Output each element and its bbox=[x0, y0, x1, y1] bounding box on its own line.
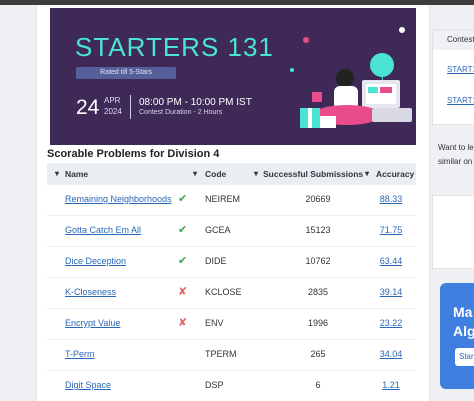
problem-link[interactable]: Digit Space bbox=[65, 380, 111, 390]
contest-banner: STARTERS 131 Rated till 5-Stars 24 APR 2… bbox=[50, 8, 416, 145]
successful-submissions: 20669 bbox=[305, 194, 331, 204]
problems-table-header: ▾ Name ▾ Code ▾ Successful Submissions ▾… bbox=[47, 163, 416, 185]
date-separator bbox=[130, 95, 131, 119]
main-content: STARTERS 131 Rated till 5-Stars 24 APR 2… bbox=[36, 5, 430, 401]
problem-link[interactable]: Remaining Neighborhoods bbox=[65, 194, 172, 204]
table-row: Gotta Catch Em All ✔ GCEA 15123 71.75 bbox=[47, 216, 416, 247]
practice-panel bbox=[432, 195, 474, 269]
table-row: T-Perm TPERM 265 34.04 bbox=[47, 340, 416, 371]
accuracy-link[interactable]: 88.33 bbox=[376, 194, 406, 204]
contest-time: 08:00 PM - 10:00 PM IST bbox=[139, 97, 252, 108]
confetti-dot bbox=[290, 68, 294, 72]
table-row: Remaining Neighborhoods ✔ NEIREM 20669 8… bbox=[47, 185, 416, 216]
contest-panel: Contest START1 START1 bbox=[432, 29, 474, 125]
promo-banner[interactable]: Ma Alg Star bbox=[440, 283, 474, 389]
table-row: K-Closeness ✘ KCLOSE 2835 39.14 bbox=[47, 278, 416, 309]
successful-submissions: 15123 bbox=[305, 225, 331, 235]
problem-link[interactable]: Dice Deception bbox=[65, 256, 126, 266]
contest-month: APR bbox=[104, 96, 121, 105]
problem-code: TPERM bbox=[205, 349, 237, 359]
sidebar-text: similar on bbox=[438, 157, 473, 166]
solved-check-icon: ✔ bbox=[178, 193, 188, 205]
sort-icon[interactable]: ▾ bbox=[193, 169, 197, 178]
confetti-dot bbox=[399, 27, 405, 33]
celebration-illustration bbox=[290, 27, 412, 128]
solved-check-icon: ✔ bbox=[178, 255, 188, 267]
problem-link[interactable]: Encrypt Value bbox=[65, 318, 120, 328]
person-icon bbox=[336, 69, 354, 87]
contest-link[interactable]: START1 bbox=[447, 65, 474, 74]
successful-submissions: 1996 bbox=[307, 318, 329, 328]
failed-cross-icon: ✘ bbox=[178, 317, 188, 329]
successful-submissions: 265 bbox=[310, 349, 326, 359]
accuracy-link[interactable]: 71.75 bbox=[376, 225, 406, 235]
problem-link[interactable]: T-Perm bbox=[65, 349, 95, 359]
successful-submissions: 6 bbox=[315, 380, 321, 390]
promo-subtitle: Alg bbox=[453, 323, 474, 339]
contest-day: 24 bbox=[76, 96, 100, 119]
contest-title: STARTERS 131 bbox=[75, 32, 274, 62]
problem-link[interactable]: Gotta Catch Em All bbox=[65, 225, 141, 235]
accuracy-link[interactable]: 1.21 bbox=[376, 380, 406, 390]
failed-cross-icon: ✘ bbox=[178, 286, 188, 298]
sort-icon[interactable]: ▾ bbox=[55, 169, 59, 178]
contest-link[interactable]: START1 bbox=[447, 96, 474, 105]
balloon-icon bbox=[370, 53, 394, 77]
gift-icon bbox=[312, 92, 322, 102]
sidebar-text: Want to le bbox=[438, 143, 474, 152]
header-submissions[interactable]: Successful Submissions bbox=[263, 169, 363, 179]
problem-link[interactable]: K-Closeness bbox=[65, 287, 116, 297]
problem-code: ENV bbox=[205, 318, 224, 328]
accuracy-link[interactable]: 23.22 bbox=[376, 318, 406, 328]
problem-code: KCLOSE bbox=[205, 287, 242, 297]
problem-code: DIDE bbox=[205, 256, 227, 266]
successful-submissions: 2835 bbox=[307, 287, 329, 297]
accuracy-link[interactable]: 34.04 bbox=[376, 349, 406, 359]
rated-badge: Rated till 5-Stars bbox=[76, 67, 176, 79]
contest-panel-header: Contest bbox=[433, 30, 474, 50]
problem-code: GCEA bbox=[205, 225, 231, 235]
solved-check-icon: ✔ bbox=[178, 224, 188, 236]
accuracy-link[interactable]: 39.14 bbox=[376, 287, 406, 297]
contest-year: 2024 bbox=[104, 107, 122, 116]
contest-duration: Contest Duration - 2 Hours bbox=[139, 109, 223, 116]
left-gutter bbox=[0, 5, 34, 401]
problem-code: DSP bbox=[205, 380, 224, 390]
problem-code: NEIREM bbox=[205, 194, 241, 204]
sort-icon[interactable]: ▾ bbox=[365, 169, 369, 178]
header-accuracy[interactable]: Accuracy bbox=[376, 169, 414, 179]
confetti-dot bbox=[303, 37, 309, 43]
promo-title: Ma bbox=[453, 304, 473, 320]
successful-submissions: 10762 bbox=[305, 256, 331, 266]
header-name[interactable]: Name bbox=[65, 169, 88, 179]
header-code[interactable]: Code bbox=[205, 169, 226, 179]
section-title: Scorable Problems for Division 4 bbox=[47, 148, 220, 160]
table-row: Encrypt Value ✘ ENV 1996 23.22 bbox=[47, 309, 416, 340]
table-row: Digit Space DSP 6 1.21 bbox=[47, 371, 416, 401]
promo-start-button[interactable]: Star bbox=[455, 348, 474, 366]
table-row: Dice Deception ✔ DIDE 10762 63.44 bbox=[47, 247, 416, 278]
accuracy-link[interactable]: 63.44 bbox=[376, 256, 406, 266]
sort-desc-icon[interactable]: ▾ bbox=[254, 169, 258, 178]
gift-icon bbox=[320, 116, 336, 128]
